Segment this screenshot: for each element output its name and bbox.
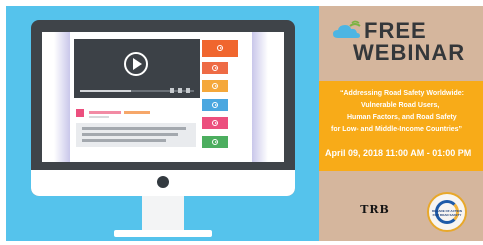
volume-icon	[170, 88, 174, 93]
monitor-stand	[142, 196, 184, 232]
video-thumbnail	[202, 40, 238, 57]
description-line	[82, 133, 178, 136]
free-label: FREE	[364, 18, 427, 43]
webinar-info-panel: FREE WEBINAR “Addressing Road Safety Wor…	[319, 6, 483, 241]
video-title-line	[124, 111, 150, 114]
webinar-title-line: Human Factors, and Road Safety	[347, 114, 457, 121]
webinar-title-line: “Addressing Road Safety Worldwide:	[340, 90, 464, 97]
play-icon	[217, 45, 223, 51]
description-line	[82, 127, 186, 130]
video-title-line	[89, 111, 121, 114]
video-player	[74, 39, 200, 98]
sidebar-video-tile	[202, 62, 228, 74]
webinar-promo-image: FREE WEBINAR “Addressing Road Safety Wor…	[0, 0, 483, 245]
video-progress-fill	[80, 90, 131, 92]
fullscreen-icon	[186, 88, 190, 93]
video-icon	[212, 83, 218, 89]
monitor-screen	[42, 32, 284, 162]
monitor-illustration	[6, 6, 319, 241]
video-icon	[212, 139, 218, 145]
video-title-badge	[76, 109, 84, 117]
sidebar-video-tile	[202, 80, 228, 92]
description-line	[82, 139, 166, 142]
decade-of-action-logo: DECADE OF ACTION FOR ROAD SAFETY	[427, 192, 467, 232]
monitor-bezel	[31, 170, 295, 196]
settings-icon	[178, 88, 182, 93]
webinar-label: WEBINAR	[353, 40, 466, 65]
page-shadow-left	[54, 32, 70, 162]
description-box	[76, 123, 196, 147]
video-icon	[212, 102, 218, 108]
sidebar-video-tile	[202, 136, 228, 148]
trb-logo: TRB	[360, 203, 390, 216]
webinar-title-line: for Low- and Middle-Income Countries”	[331, 126, 463, 133]
monitor-stand-base	[114, 230, 212, 237]
play-triangle	[133, 58, 142, 70]
decade-logo-text: DECADE OF ACTION FOR ROAD SAFETY	[432, 209, 462, 217]
webinar-date-time: April 09, 2018 11:00 AM - 01:00 PM	[325, 148, 472, 158]
video-subtitle-line	[89, 116, 109, 118]
page-shadow-right	[252, 32, 268, 162]
video-icon	[212, 65, 218, 71]
sidebar-video-tile	[202, 117, 228, 129]
monitor-button	[157, 176, 169, 188]
video-icon	[212, 120, 218, 126]
webinar-title-line: Vulnerable Road Users,	[361, 102, 440, 109]
monitor-icon	[31, 20, 295, 196]
sidebar-video-tile	[202, 99, 228, 111]
cloud-wifi-icon	[333, 20, 361, 38]
